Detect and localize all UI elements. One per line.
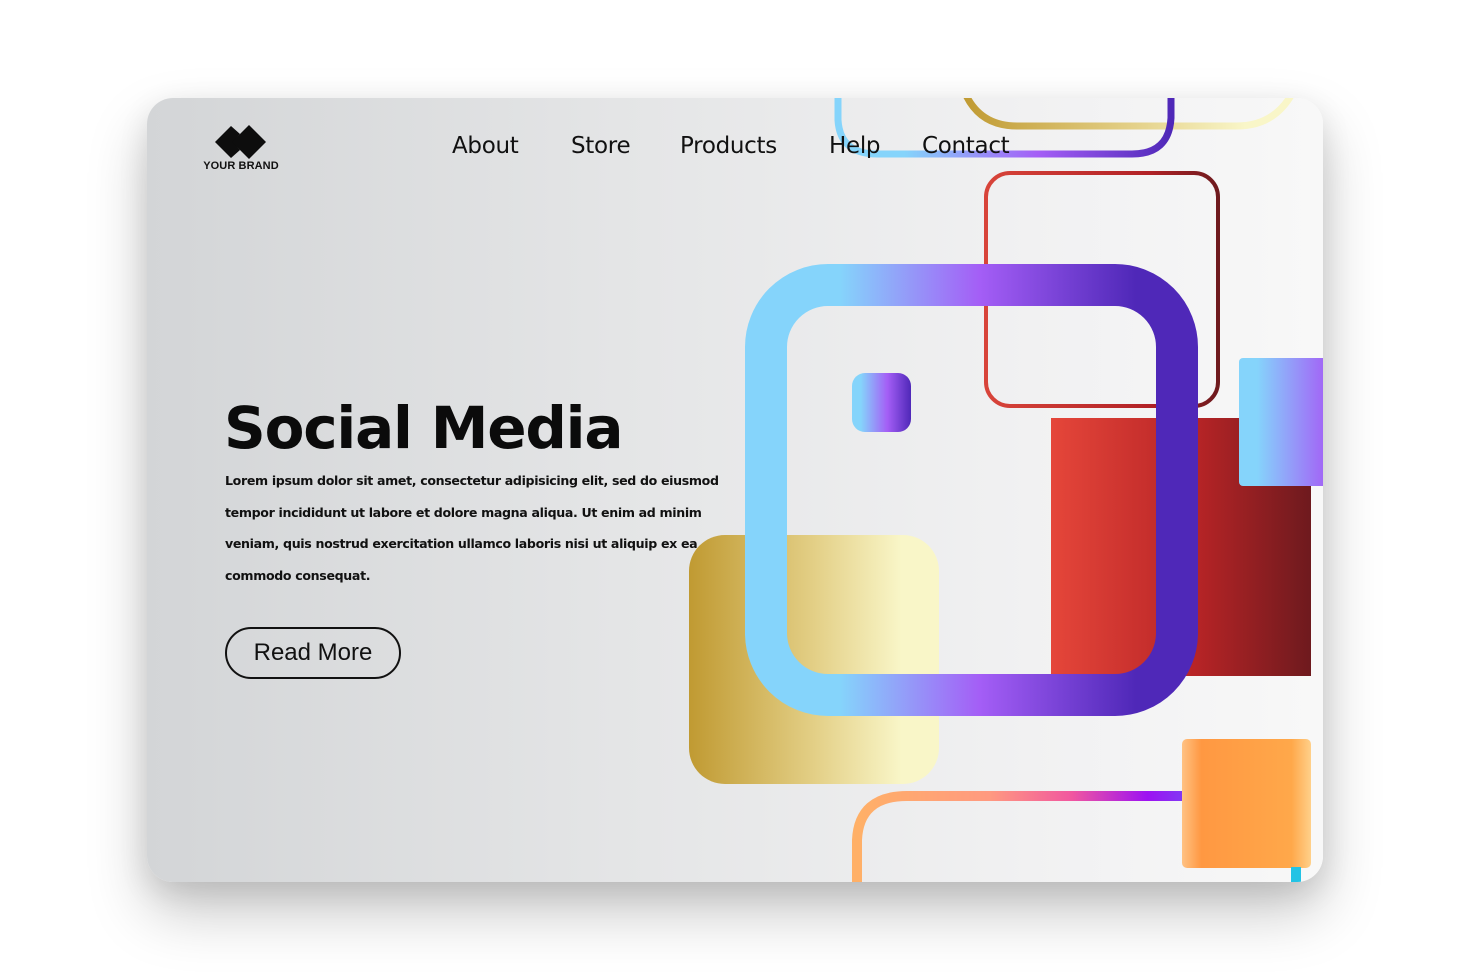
hero-description: Lorem ipsum dolor sit amet, consectetur … xyxy=(225,473,719,584)
orange-block xyxy=(1182,739,1311,868)
double-diamond-icon xyxy=(215,125,266,159)
hero-title: Social Media xyxy=(224,394,623,462)
nav-contact[interactable]: Contact xyxy=(922,128,1010,164)
nav-products[interactable]: Products xyxy=(680,128,777,164)
nav-store[interactable]: Store xyxy=(571,128,631,164)
small-gradient-square xyxy=(852,373,911,432)
read-more-button[interactable]: Read More xyxy=(225,627,401,679)
brand-logo[interactable]: YOUR BRAND xyxy=(201,124,281,178)
brand-name: YOUR BRAND xyxy=(203,160,279,172)
top-gold-loop xyxy=(963,98,1294,130)
nav-about[interactable]: About xyxy=(452,128,519,164)
right-gradient-bar xyxy=(1239,358,1323,486)
cyan-tab xyxy=(1291,867,1301,882)
bottom-gradient-wire xyxy=(852,791,1187,882)
nav-help[interactable]: Help xyxy=(829,128,881,164)
landing-page-card: YOUR BRAND About Store Products Help Con… xyxy=(147,98,1323,882)
